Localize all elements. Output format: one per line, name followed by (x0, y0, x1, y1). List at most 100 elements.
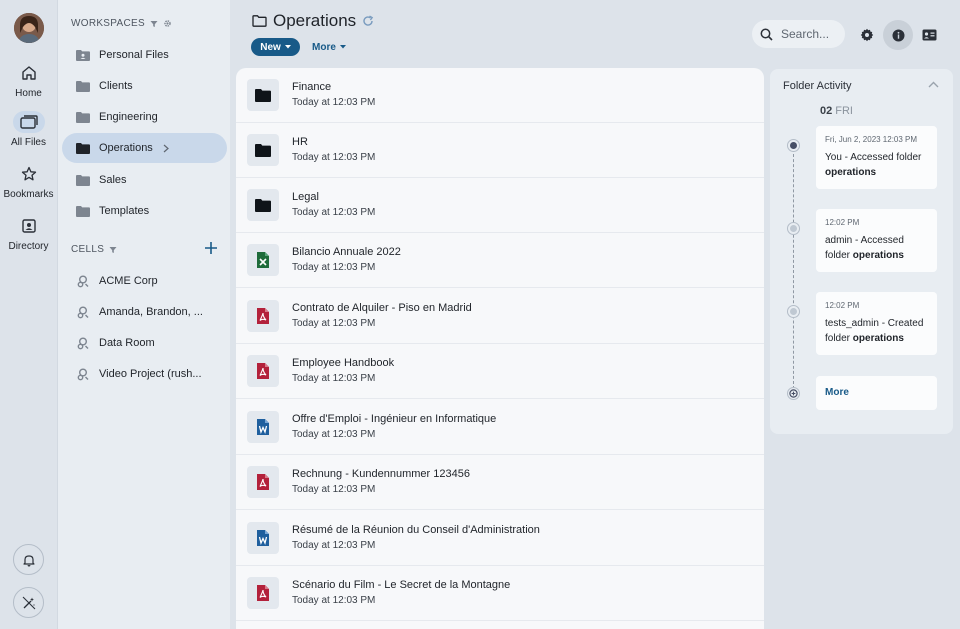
rail-bookmarks[interactable]: Bookmarks (0, 163, 57, 200)
activity-day: 02 FRI (820, 105, 853, 117)
workspace-item-label: Templates (99, 205, 150, 217)
cell-item-label: Data Room (99, 337, 155, 349)
cell-item-acme-corp[interactable]: ACME Corp (62, 266, 227, 296)
workspace-item-label: Clients (99, 80, 133, 92)
folder-icon (76, 111, 90, 123)
activity-card: 12:02 PM tests_admin - Created folder op… (816, 292, 937, 355)
new-button[interactable]: New (251, 38, 300, 56)
refresh-icon[interactable] (362, 15, 374, 27)
file-row[interactable]: Finance Today at 12:03 PM (236, 68, 764, 123)
word-doc-icon (247, 411, 279, 443)
cell-item-video-project[interactable]: Video Project (rush... (62, 359, 227, 389)
activity-card: Fri, Jun 2, 2023 12:03 PM You - Accessed… (816, 126, 937, 189)
cell-item-amanda-brandon[interactable]: Amanda, Brandon, ... (62, 297, 227, 327)
folder-icon (76, 174, 90, 186)
file-modified: Today at 12:03 PM (292, 429, 376, 440)
file-name: Finance (292, 81, 332, 93)
file-row[interactable]: Contrato de Alquiler - Piso en Madrid To… (236, 289, 764, 344)
file-name: Contrato de Alquiler - Piso en Madrid (292, 302, 472, 314)
activity-time: Fri, Jun 2, 2023 12:03 PM (825, 135, 918, 144)
file-row[interactable]: Bilancio Annuale 2022 Today at 12:03 PM (236, 233, 764, 288)
details-card-button[interactable] (914, 20, 944, 50)
notifications-button[interactable] (13, 544, 44, 575)
timeline-dot (787, 139, 800, 152)
workspace-item-label: Engineering (99, 111, 158, 123)
user-avatar[interactable] (14, 13, 44, 43)
activity-day-name: FRI (835, 105, 853, 117)
file-row[interactable]: Legal Today at 12:03 PM (236, 178, 764, 233)
folder-icon (247, 79, 279, 111)
activity-target: operations (852, 333, 904, 344)
timeline-more-dot (787, 387, 800, 400)
file-row[interactable]: Résumé de la Réunion du Conseil d'Admini… (236, 511, 764, 566)
cell-item-label: Video Project (rush... (99, 368, 202, 380)
file-name: Offre d'Emploi - Ingénieur en Informatiq… (292, 413, 497, 425)
personal-folder-icon (76, 49, 90, 61)
file-row[interactable]: Offre d'Emploi - Ingénieur en Informatiq… (236, 400, 764, 455)
timeline-dot (787, 305, 800, 318)
activity-message: admin - Accessed folder operations (825, 233, 928, 263)
settings-button[interactable] (852, 20, 882, 50)
cell-icon (77, 306, 89, 319)
file-row[interactable]: Rechnung - Kundennummer 123456 Today at … (236, 455, 764, 510)
file-name: Résumé de la Réunion du Conseil d'Admini… (292, 524, 540, 536)
workspace-item-operations[interactable]: Operations (62, 133, 227, 163)
rail-home-label: Home (15, 88, 42, 99)
bell-icon (22, 554, 35, 566)
caret-down-icon (339, 45, 346, 49)
pdf-icon (247, 355, 279, 387)
folder-activity-panel: Folder Activity 02 FRI Fri, Jun 2, 2023 1… (770, 69, 953, 434)
workspace-item-clients[interactable]: Clients (62, 71, 227, 101)
file-modified: Today at 12:03 PM (292, 262, 376, 273)
activity-target: operations (825, 167, 877, 178)
folder-outline-icon (252, 15, 267, 27)
add-cell-button[interactable] (203, 240, 219, 256)
theme-toggle-button[interactable] (13, 587, 44, 618)
file-name: Scénario du Film - Le Secret de la Monta… (292, 579, 511, 591)
file-row[interactable]: Employee Handbook Today at 12:03 PM (236, 344, 764, 399)
workspace-item-personal-files[interactable]: Personal Files (62, 40, 227, 70)
rail-directory[interactable]: Directory (0, 215, 57, 252)
workspace-item-engineering[interactable]: Engineering (62, 102, 227, 132)
more-button[interactable]: More (312, 38, 346, 56)
caret-down-icon (284, 45, 291, 49)
file-modified: Today at 12:03 PM (292, 152, 376, 163)
timeline-line (793, 149, 794, 389)
rail-directory-label: Directory (8, 241, 49, 252)
activity-more-button[interactable]: More (816, 376, 937, 410)
rail-all-files[interactable]: All Files (0, 111, 57, 148)
rail-home[interactable]: Home (0, 62, 57, 99)
activity-text: You - Accessed folder (825, 152, 922, 163)
magic-wand-icon (22, 596, 35, 609)
cell-icon (77, 337, 89, 350)
file-modified: Today at 12:03 PM (292, 540, 376, 551)
cell-item-label: Amanda, Brandon, ... (99, 306, 203, 318)
workspaces-heading: WORKSPACES (71, 18, 172, 29)
filter-icon[interactable] (109, 246, 117, 254)
file-modified: Today at 12:03 PM (292, 595, 376, 606)
pdf-icon (247, 466, 279, 498)
filter-icon[interactable] (150, 20, 158, 28)
info-button[interactable] (883, 20, 913, 50)
workspaces-heading-label: WORKSPACES (71, 18, 145, 29)
chevron-right-icon (163, 144, 169, 152)
file-row[interactable]: Scénario du Film - Le Secret de la Monta… (236, 566, 764, 621)
activity-message: tests_admin - Created folder operations (825, 316, 928, 346)
search-input[interactable] (781, 27, 841, 41)
search-box[interactable] (752, 20, 845, 48)
file-name: HR (292, 136, 308, 148)
file-name: Employee Handbook (292, 357, 395, 369)
word-doc-icon (247, 522, 279, 554)
workspace-item-sales[interactable]: Sales (62, 165, 227, 195)
workspace-item-templates[interactable]: Templates (62, 196, 227, 226)
file-row[interactable]: HR Today at 12:03 PM (236, 123, 764, 178)
file-modified: Today at 12:03 PM (292, 373, 376, 384)
chevron-up-icon[interactable] (928, 81, 939, 88)
file-name: Rechnung - Kundennummer 123456 (292, 468, 470, 480)
page-title-text: Operations (273, 11, 357, 30)
activity-day-number: 02 (820, 105, 833, 117)
spreadsheet-icon (247, 244, 279, 276)
gear-icon[interactable] (163, 19, 172, 28)
cell-item-data-room[interactable]: Data Room (62, 328, 227, 358)
rail-bookmarks-label: Bookmarks (3, 189, 54, 200)
